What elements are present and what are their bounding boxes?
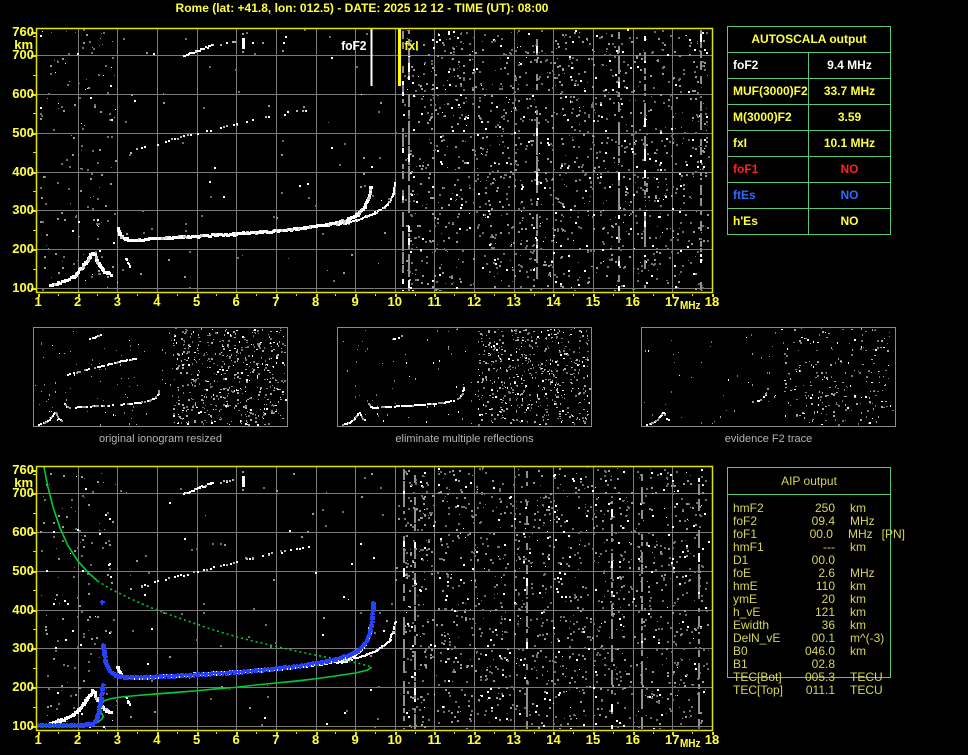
thumbnail-original-ionogram xyxy=(33,327,288,427)
autoscala-app-window: Rome (lat: +41.8, lon: 012.5) - DATE: 20… xyxy=(0,0,968,755)
thumbnail-caption: eliminate multiple reflections xyxy=(395,433,534,445)
aip-output-rows: hmF2 250 km foF2 09.4 MHz foF1 00.0 MHz [PN] hm… xyxy=(727,502,905,697)
table-row-fof2: foF2 9.4 MHz xyxy=(728,52,890,78)
table-row-hes: h'Es NO xyxy=(728,208,890,234)
thumbnail-f2-trace-canvas xyxy=(642,328,895,426)
table-row-fxi: fxI 10.1 MHz xyxy=(728,130,890,156)
thumbnail-multiple-reflections-canvas xyxy=(338,328,591,426)
autoscala-table-title: AUTOSCALA output xyxy=(751,32,867,46)
aip-row-d1: D1 00.0 xyxy=(733,553,835,567)
table-row-m3000f2: M(3000)F2 3.59 xyxy=(728,104,890,130)
aip-row-tectop: TEC[Top] 011.1 TECU xyxy=(733,683,883,697)
thumbnail-multiple-reflections-removed xyxy=(337,327,592,427)
station-date-time-title: Rome (lat: +41.8, lon: 012.5) - DATE: 20… xyxy=(175,1,549,15)
thumbnail-caption: evidence F2 trace xyxy=(724,433,813,445)
thumbnail-f2-trace-evidence xyxy=(641,327,896,427)
thumbnail-caption: original ionogram resized xyxy=(99,433,222,445)
aip-table-title: AIP output xyxy=(728,468,890,495)
thumbnail-original-ionogram-canvas xyxy=(34,328,287,426)
aip-profile-ionogram-plot xyxy=(0,452,724,752)
autoscala-output-table: AUTOSCALA output foF2 9.4 MHz MUF(3000)F2… xyxy=(727,26,891,235)
table-row-fof1: foF1 NO xyxy=(728,156,890,182)
table-row-muf3000f2: MUF(3000)F2 33.7 MHz xyxy=(728,78,890,104)
table-row-ftes: ftEs NO xyxy=(728,182,890,208)
scaled-ionogram-plot xyxy=(0,16,724,316)
